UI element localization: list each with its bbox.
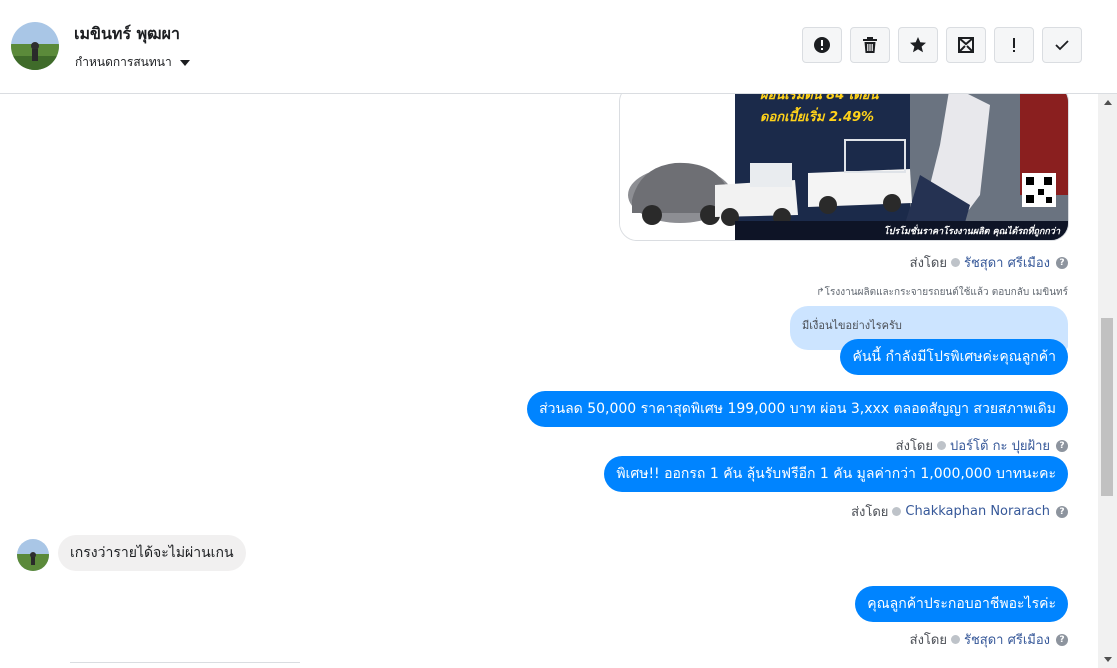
contact-avatar[interactable] bbox=[11, 22, 59, 70]
outgoing-message[interactable]: ส่วนลด 50,000 ราคาสุดพิเศษ 199,000 บาท ผ… bbox=[527, 391, 1068, 427]
exclamation-icon bbox=[1013, 38, 1015, 52]
sent-by-4: ส่งโดย รัชสุดา ศรีเมือง ? bbox=[910, 629, 1068, 650]
sent-by-1: ส่งโดย รัชสุดา ศรีเมือง ? bbox=[910, 252, 1068, 273]
outgoing-message[interactable]: คุณลูกค้าประกอบอาชีพอะไรค่ะ bbox=[855, 586, 1068, 622]
sender-name[interactable]: รัชสุดา ศรีเมือง bbox=[964, 629, 1050, 650]
sent-by-3: ส่งโดย Chakkaphan Norarach ? bbox=[851, 501, 1068, 522]
star-button[interactable] bbox=[898, 27, 938, 63]
alert-circle-icon bbox=[814, 37, 830, 53]
sent-by-2: ส่งโดย ปอร์โต้ กะ ปุยฝ้าย ? bbox=[896, 435, 1068, 456]
quoted-text: มีเงื่อนไขอย่างไรครับ bbox=[802, 319, 902, 332]
sender-name[interactable]: รัชสุดา ศรีเมือง bbox=[964, 252, 1050, 273]
sender-name[interactable]: Chakkaphan Norarach bbox=[905, 504, 1050, 519]
scroll-up-arrow-icon[interactable] bbox=[1104, 100, 1112, 105]
scroll-down-arrow-icon[interactable] bbox=[1104, 657, 1112, 662]
contact-name: เมขินทร์ พุฒผา bbox=[74, 24, 180, 43]
verified-icon bbox=[950, 258, 960, 267]
sent-by-label: ส่งโดย bbox=[895, 439, 933, 454]
help-icon[interactable]: ? bbox=[1056, 439, 1068, 452]
help-icon[interactable]: ? bbox=[1056, 633, 1068, 646]
verified-icon bbox=[937, 441, 946, 450]
outgoing-message[interactable]: พิเศษ!! ออกรถ 1 คัน ลุ้นรับฟรีอีก 1 คัน … bbox=[604, 456, 1068, 492]
promo-image[interactable]: ผ่อนเริ่มต้น 84 เดือน ดอกเบี้ยเริ่ม 2.49… bbox=[619, 94, 1069, 241]
sender-name[interactable]: ปอร์โต้ กะ ปุยฝ้าย bbox=[950, 435, 1050, 456]
sent-by-label: ส่งโดย bbox=[851, 505, 889, 520]
verified-icon bbox=[950, 635, 960, 644]
star-icon bbox=[910, 37, 926, 53]
incoming-message[interactable]: เกรงว่ารายได้จะไม่ผ่านเกน bbox=[58, 535, 246, 571]
envelope-icon bbox=[958, 37, 974, 53]
trash-icon bbox=[863, 37, 877, 53]
reply-note: ↱โรงงานผลิตและกระจายรถยนต์ใช้แล้ว ตอบกลั… bbox=[816, 287, 1068, 298]
caret-down-icon bbox=[179, 59, 190, 66]
sent-by-label: ส่งโดย bbox=[909, 256, 947, 271]
spam-button[interactable] bbox=[802, 27, 842, 63]
schedule-label: กำหนดการสนทนา bbox=[75, 55, 172, 69]
sent-by-label: ส่งโดย bbox=[909, 633, 947, 648]
conversation-header: เมขินทร์ พุฒผา กำหนดการสนทนา bbox=[0, 0, 1117, 94]
message-thread: ผ่อนเริ่มต้น 84 เดือน ดอกเบี้ยเริ่ม 2.49… bbox=[0, 94, 1098, 668]
verified-icon bbox=[892, 507, 902, 516]
outgoing-message[interactable]: คันนี้ กำลังมีโปรพิเศษค่ะคุณลูกค้า bbox=[840, 339, 1068, 375]
divider bbox=[70, 662, 300, 663]
important-button[interactable] bbox=[994, 27, 1034, 63]
help-icon[interactable]: ? bbox=[1056, 505, 1068, 518]
schedule-dropdown[interactable]: กำหนดการสนทนา bbox=[75, 53, 190, 72]
contact-avatar-small[interactable] bbox=[17, 539, 49, 571]
mark-unread-button[interactable] bbox=[946, 27, 986, 63]
scrollbar-thumb[interactable] bbox=[1101, 318, 1113, 496]
done-button[interactable] bbox=[1042, 27, 1082, 63]
delete-button[interactable] bbox=[850, 27, 890, 63]
check-icon bbox=[1055, 40, 1069, 51]
scrollbar[interactable] bbox=[1098, 94, 1117, 668]
help-icon[interactable]: ? bbox=[1056, 256, 1068, 269]
promo-line-1: ผ่อนเริ่มต้น 84 เดือน bbox=[760, 94, 879, 103]
